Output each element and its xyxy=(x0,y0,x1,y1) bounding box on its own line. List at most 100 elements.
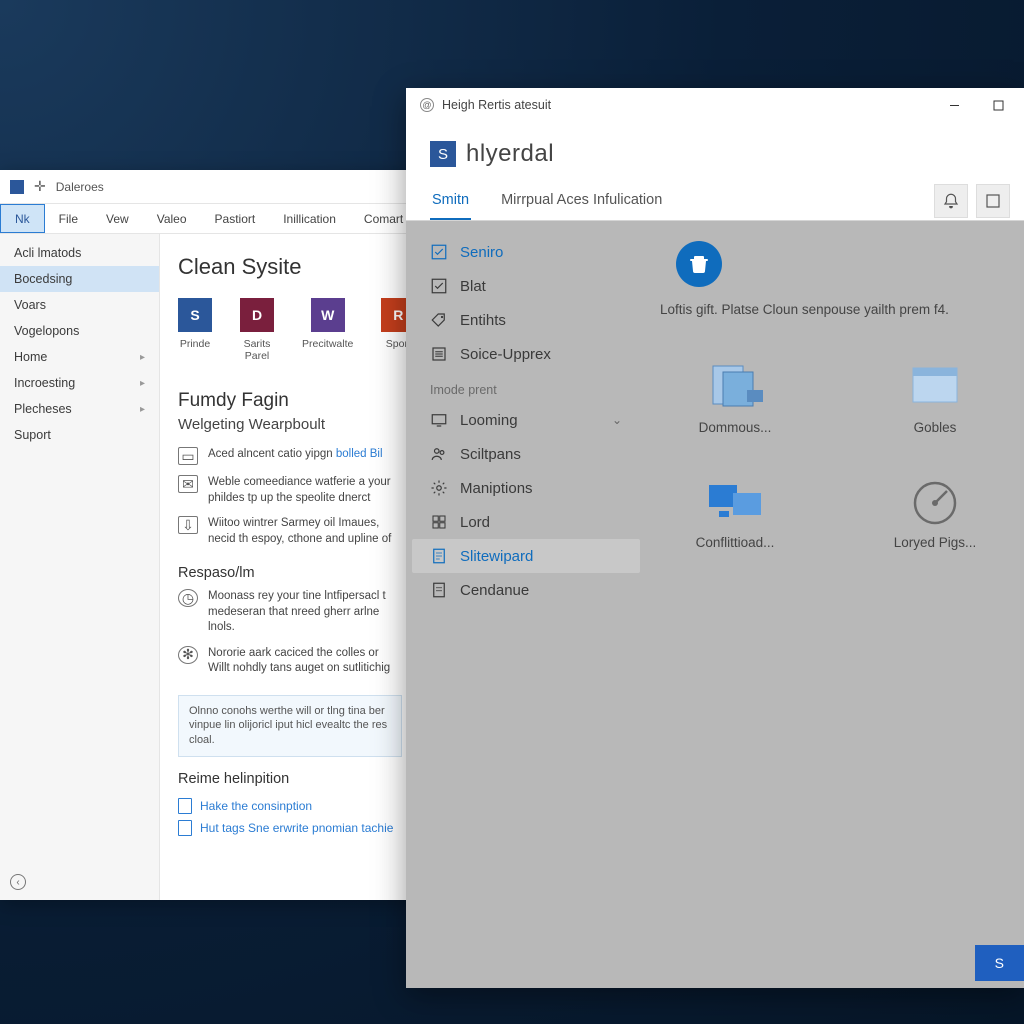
info-text: Weble comeediance watferie a your philde… xyxy=(208,475,402,506)
menu-item[interactable]: Valeo xyxy=(143,204,201,233)
section-title: Fumdy Fagin xyxy=(178,390,402,412)
tag-icon xyxy=(430,311,448,329)
sidebar-item[interactable]: Vogelopons xyxy=(0,318,159,344)
resp-list: ◷Moonass rey your tine lntfipersacl t me… xyxy=(178,589,402,677)
tile-label: Loryed Pigs... xyxy=(894,535,977,550)
inline-link[interactable]: bolled Bil xyxy=(336,448,383,460)
info-icon: ✻ xyxy=(178,646,198,664)
info-icon: ✉ xyxy=(178,475,198,493)
gear-icon xyxy=(430,479,448,497)
back-title: Daleroes xyxy=(56,180,104,194)
sidebar-item[interactable]: Plecheses▸ xyxy=(0,396,159,422)
doc-alt-icon xyxy=(430,581,448,599)
feature-header: Loftis gift. Platse Cloun senpouse yailt… xyxy=(660,241,1010,320)
sidebar-item[interactable]: Voars xyxy=(0,292,159,318)
menu-item[interactable]: Vew xyxy=(92,204,143,233)
menu-item[interactable]: File xyxy=(45,204,92,233)
document-icon xyxy=(178,820,192,836)
info-text: Moonass rey your tine lntfipersacl t med… xyxy=(208,589,402,636)
feature-tile[interactable]: Loryed Pigs... xyxy=(860,475,1010,550)
nav-group-label: Imode prent xyxy=(412,371,640,403)
nav-item[interactable]: Sciltpans xyxy=(412,437,640,471)
menu-item[interactable]: Inillication xyxy=(269,204,350,233)
back-titlebar: ✛ Daleroes xyxy=(0,170,420,204)
nav-item[interactable]: Looming⌄ xyxy=(412,403,640,437)
section-title: Respaso/lm xyxy=(178,565,402,581)
nav-item[interactable]: Blat xyxy=(412,269,640,303)
app-tile-label: Precitwalte xyxy=(302,338,353,350)
app-tile[interactable]: DSarits Parel xyxy=(240,298,274,362)
section-title: Reime helinpition xyxy=(178,771,402,787)
checkbox-alt-icon xyxy=(430,277,448,295)
front-footer: S xyxy=(406,938,1024,988)
sidebar-footer[interactable]: ‹ xyxy=(10,874,26,890)
menu-item[interactable]: Pastiort xyxy=(201,204,270,233)
section-subtitle: Welgeting Wearpboult xyxy=(178,416,402,433)
nav-item[interactable]: Soice-Upprex xyxy=(412,337,640,371)
info-list: ▭Aced alncent catio yipgn bolled Bil ✉ Web… xyxy=(178,447,402,547)
back-content: Clean Sysite SPrindeDSarits ParelWPrecit… xyxy=(160,234,420,900)
screen-icon xyxy=(430,411,448,429)
maximize-button[interactable] xyxy=(976,88,1020,122)
nav-item[interactable]: Maniptions xyxy=(412,471,640,505)
tab[interactable]: Mirrpual Aces Infulication xyxy=(499,182,664,220)
brand: S hlyerdal xyxy=(430,140,1000,168)
back-menubar: NkFileVewValeoPastiortInillicationComart xyxy=(0,204,420,234)
sidebar-item[interactable]: Acli lmatods xyxy=(0,240,159,266)
plus-icon[interactable]: ✛ xyxy=(34,178,46,195)
info-item: ✻ Nororie aark caciced the colles or Will… xyxy=(178,646,402,677)
sidebar-item[interactable]: Incroesting▸ xyxy=(0,370,159,396)
front-tabs: Smitn Mirrpual Aces Infulication xyxy=(406,182,1024,221)
nav-item[interactable]: Seniro xyxy=(412,235,640,269)
app-tiles-row: SPrindeDSarits ParelWPrecitwalteRSport xyxy=(178,298,402,362)
grid-icon xyxy=(430,513,448,531)
window-controls xyxy=(932,88,1020,122)
nav-item[interactable]: Cendanue xyxy=(412,573,640,607)
list-icon xyxy=(430,345,448,363)
info-icon: ⇩ xyxy=(178,516,198,534)
notification-button[interactable] xyxy=(934,184,968,218)
tile-label: Gobles xyxy=(914,420,957,435)
nav-item[interactable]: Lord xyxy=(412,505,640,539)
chevron-right-icon: ▸ xyxy=(140,404,145,415)
minimize-button[interactable] xyxy=(932,88,976,122)
nav-item[interactable]: Slitewipard xyxy=(412,539,640,573)
app-tile-icon: D xyxy=(240,298,274,332)
tile-graphic-icon xyxy=(905,475,965,525)
feature-tile[interactable]: Dommous... xyxy=(660,360,810,435)
doc-icon xyxy=(430,547,448,565)
tile-grid: Dommous... Gobles Conflittioad... Loryed Pi… xyxy=(660,360,1010,550)
info-item: ◷Moonass rey your tine lntfipersacl t me… xyxy=(178,589,402,636)
app-tile-icon: W xyxy=(311,298,345,332)
info-item: ▭Aced alncent catio yipgn bolled Bil xyxy=(178,447,402,465)
sidebar-item[interactable]: Home▸ xyxy=(0,344,159,370)
nav-item[interactable]: Entihts xyxy=(412,303,640,337)
sidebar-item[interactable]: Suport xyxy=(0,422,159,448)
background-app-window: ✛ Daleroes NkFileVewValeoPastiortInillic… xyxy=(0,170,420,900)
help-link[interactable]: Hut tags Sne erwrite pnomian tachie xyxy=(178,817,402,839)
menu-item[interactable]: Nk xyxy=(0,204,45,233)
help-button[interactable] xyxy=(976,184,1010,218)
app-tile-label: Prinde xyxy=(180,338,210,350)
info-text: Nororie aark caciced the colles or Willt… xyxy=(208,646,402,677)
feature-tile[interactable]: Gobles xyxy=(860,360,1010,435)
app-icon xyxy=(10,180,24,194)
back-sidebar: Acli lmatodsBocedsingVoarsVogeloponsHome… xyxy=(0,234,160,900)
sidebar-item[interactable]: Bocedsing xyxy=(0,266,159,292)
feature-description: Loftis gift. Platse Cloun senpouse yailt… xyxy=(660,301,949,320)
chevron-down-icon: ⌄ xyxy=(612,413,622,427)
link-list: Hake the consinptionHut tags Sne erwrite… xyxy=(178,795,402,839)
tab[interactable]: Smitn xyxy=(430,182,471,220)
help-link[interactable]: Hake the consinption xyxy=(178,795,402,817)
app-tile[interactable]: SPrinde xyxy=(178,298,212,362)
checkbox-icon xyxy=(430,243,448,261)
app-tile[interactable]: W Precitwalte xyxy=(302,298,353,362)
people-icon xyxy=(430,445,448,463)
brand-icon: S xyxy=(430,141,456,167)
chevron-right-icon: ▸ xyxy=(140,378,145,389)
callout-box: Olnno conohs werthe will or tlng tina be… xyxy=(178,695,402,758)
primary-action-button[interactable]: S xyxy=(975,945,1024,981)
brand-name: hlyerdal xyxy=(466,140,554,168)
feature-tile[interactable]: Conflittioad... xyxy=(660,475,810,550)
document-icon xyxy=(178,798,192,814)
